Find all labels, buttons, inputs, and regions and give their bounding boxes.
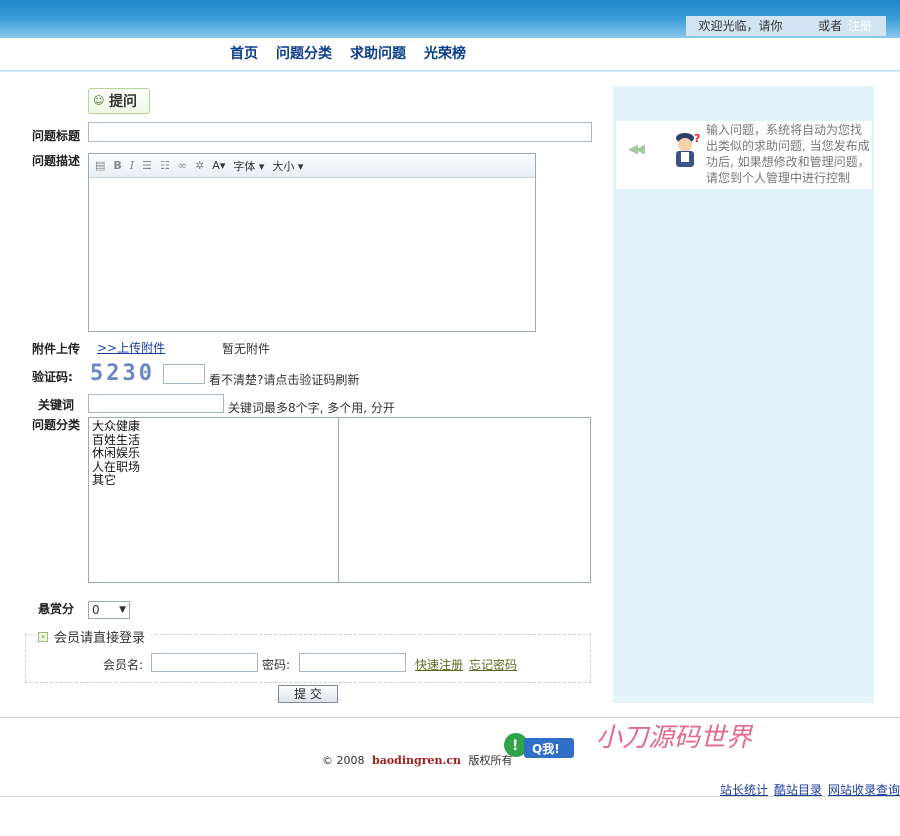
italic-button[interactable]: I — [130, 159, 134, 172]
emoticon-icon[interactable]: ✲ — [195, 159, 204, 172]
bottom-divider — [0, 796, 900, 797]
sidebar-tip-text: 输入问题，系统将自动为您找出类似的求助问题, 当您发布成功后, 如果想修改和管理… — [706, 123, 870, 185]
submit-button[interactable]: 提 交 — [278, 685, 338, 703]
reward-label: 悬赏分 — [38, 602, 75, 616]
category-option[interactable]: 其它 — [92, 473, 335, 488]
svg-text:!: ! — [512, 738, 518, 754]
title-label: 问题标题 — [32, 129, 81, 143]
welcome-text: 欢迎光临，请你 — [698, 19, 783, 33]
category-listbox[interactable]: 大众健康 百姓生活 休闲娱乐 人在职场 其它 — [88, 417, 339, 583]
qq-badge-text: Q我! — [532, 741, 560, 756]
editor-toolbar: ▤ B I ☰ ☷ ∞ ✲ A▾ 字体 ▾ 大小 ▾ — [89, 154, 535, 178]
login-icon: » — [38, 631, 48, 642]
keywords-input[interactable] — [88, 394, 224, 413]
arrow-left-icon: ◀◀ — [628, 142, 645, 157]
password-input[interactable] — [299, 653, 406, 672]
footer-divider — [0, 717, 900, 718]
reward-value: 0 — [92, 603, 100, 617]
nav-item-honor-roll[interactable]: 光荣榜 — [424, 42, 466, 66]
no-attachment-text: 暂无附件 — [222, 342, 271, 356]
password-label: 密码: — [262, 658, 291, 672]
keywords-hint: 关键词最多8个字, 多个用, 分开 — [228, 401, 395, 415]
upload-attachment-link[interactable]: >>上传附件 — [97, 339, 165, 356]
category-label: 问题分类 — [32, 418, 81, 432]
ask-badge: ☺ 提问 — [88, 88, 150, 114]
member-name-input[interactable] — [151, 653, 258, 672]
login-link[interactable]: 登录 — [788, 19, 812, 33]
forgot-password-link[interactable]: 忘记密码 — [469, 656, 517, 673]
description-label: 问题描述 — [32, 154, 81, 168]
captcha-image[interactable]: 5230 — [90, 361, 155, 386]
nav-item-help-questions[interactable]: 求助问题 — [350, 42, 406, 66]
title-input[interactable] — [88, 122, 592, 142]
quick-register-link[interactable]: 快速注册 — [415, 656, 463, 673]
welcome-bar: 欢迎光临，请你 登录 或者 注册 — [686, 16, 886, 36]
watermark: 小刀源码世界 — [596, 723, 753, 753]
reward-select[interactable]: 0 ▼ — [88, 601, 130, 619]
category-option[interactable]: 休闲娱乐 — [92, 446, 335, 461]
category-option[interactable]: 人在职场 — [92, 460, 335, 475]
ordered-list-icon[interactable]: ☰ — [142, 159, 152, 172]
member-name-label: 会员名: — [103, 658, 144, 672]
qq-contact-badge[interactable]: ! Q我! — [502, 732, 576, 762]
smile-icon: ☺ — [93, 94, 105, 107]
nav-item-categories[interactable]: 问题分类 — [276, 42, 332, 66]
or-text: 或者 — [818, 19, 843, 33]
member-login-legend: » 会员请直接登录 — [36, 627, 152, 646]
register-link[interactable]: 注册 — [848, 19, 872, 33]
helper-avatar-icon: ? — [676, 132, 700, 167]
nav-divider — [0, 70, 900, 72]
font-size-dropdown[interactable]: 大小 ▾ — [272, 158, 303, 174]
subcategory-listbox[interactable] — [339, 417, 591, 583]
copyright-year: © 2008 — [322, 754, 365, 767]
site-domain: baodingren.cn — [372, 754, 462, 767]
captcha-hint: 看不清楚?请点击验证码刷新 — [209, 373, 360, 387]
category-option[interactable]: 百姓生活 — [92, 433, 335, 448]
category-option[interactable]: 大众健康 — [92, 419, 335, 434]
bullet-list-icon[interactable]: ☷ — [160, 159, 170, 172]
nav-item-home[interactable]: 首页 — [230, 42, 258, 66]
page: 欢迎光临，请你 登录 或者 注册 首页 问题分类 求助问题 光荣榜 ☺ 提问 问… — [0, 0, 900, 836]
svg-text:?: ? — [694, 132, 700, 145]
font-color-icon[interactable]: A▾ — [212, 159, 225, 172]
keywords-label: 关键词 — [38, 398, 75, 412]
member-legend-text: 会员请直接登录 — [54, 631, 146, 646]
copyright: © 2008 baodingren.cn 版权所有 — [322, 752, 513, 768]
captcha-label: 验证码: — [32, 370, 73, 384]
ask-badge-label: 提问 — [109, 94, 137, 110]
paste-icon[interactable]: ▤ — [95, 159, 105, 172]
main-nav: 首页 问题分类 求助问题 光荣榜 — [230, 42, 466, 66]
attachment-label: 附件上传 — [32, 342, 81, 356]
chevron-down-icon: ▼ — [119, 605, 126, 615]
link-icon[interactable]: ∞ — [178, 159, 187, 172]
rich-text-editor[interactable]: ▤ B I ☰ ☷ ∞ ✲ A▾ 字体 ▾ 大小 ▾ — [88, 153, 536, 332]
bold-button[interactable]: B — [113, 159, 121, 172]
captcha-input[interactable] — [163, 364, 205, 384]
font-family-dropdown[interactable]: 字体 ▾ — [233, 158, 264, 174]
